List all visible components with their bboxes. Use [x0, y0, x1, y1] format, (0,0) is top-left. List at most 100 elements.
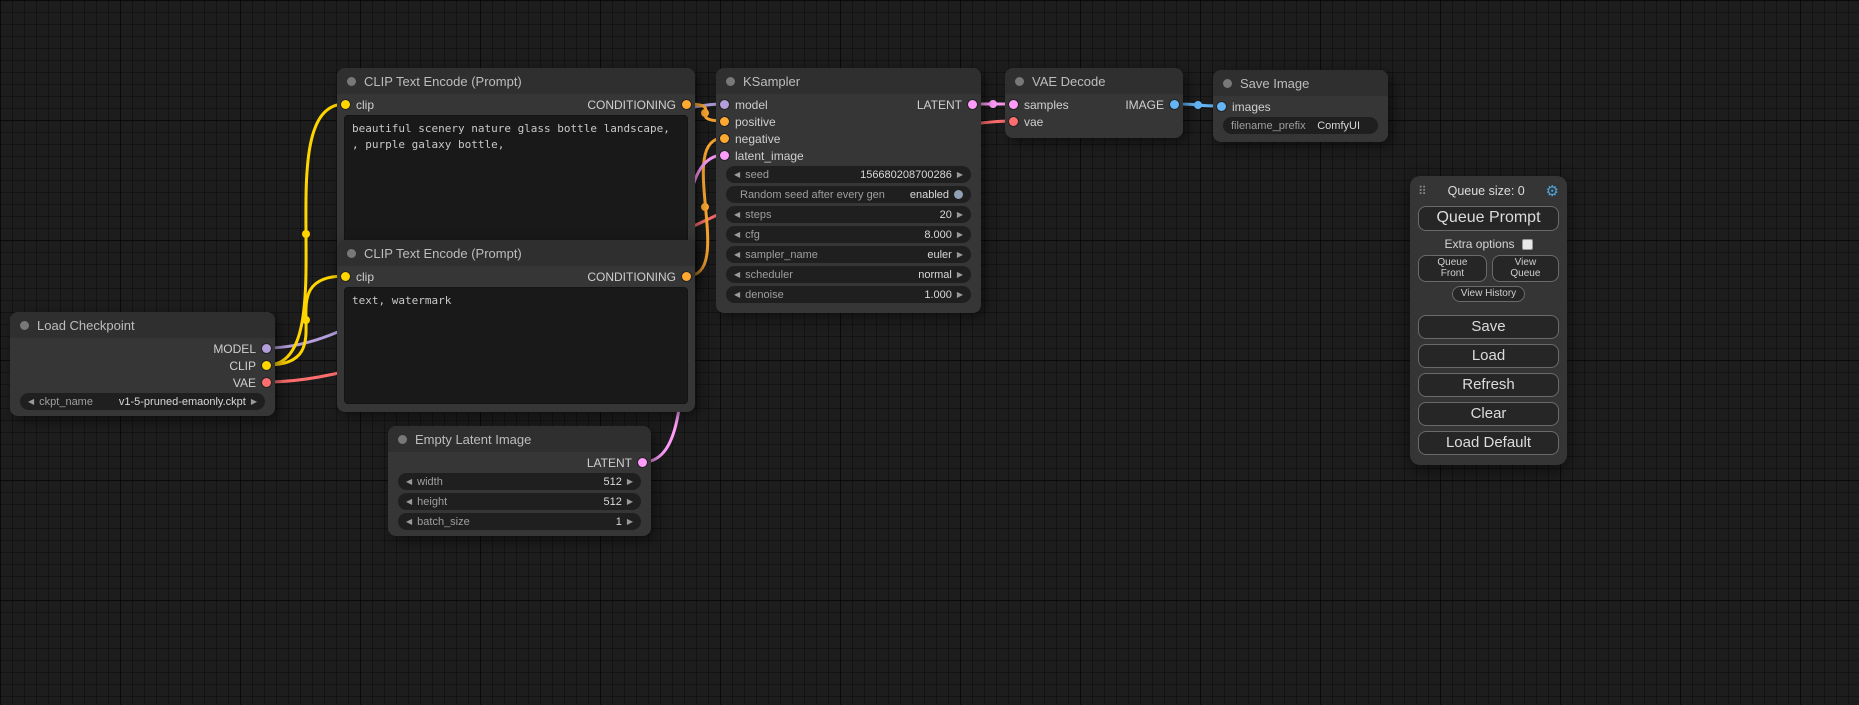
widget-value: 20 — [776, 209, 951, 221]
decrement-arrow-icon[interactable]: ◀ — [734, 250, 740, 259]
node-title: KSampler — [743, 74, 800, 89]
vae-output-slot[interactable] — [262, 378, 271, 387]
clip-input-slot[interactable] — [341, 100, 350, 109]
denoise-widget[interactable]: ◀ denoise 1.000 ▶ — [726, 286, 971, 303]
node-vae-decode[interactable]: VAE Decode samples IMAGE vae — [1005, 68, 1183, 138]
scheduler-widget[interactable]: ◀ scheduler normal ▶ — [726, 266, 971, 283]
collapse-toggle-icon[interactable] — [726, 77, 735, 86]
width-widget[interactable]: ◀ width 512 ▶ — [398, 473, 641, 490]
negative-prompt-textarea[interactable]: text, watermark — [344, 287, 688, 404]
slot-label-conditioning: CONDITIONING — [587, 270, 676, 284]
load-button[interactable]: Load — [1418, 344, 1559, 368]
decrement-arrow-icon[interactable]: ◀ — [734, 290, 740, 299]
widget-value: enabled — [890, 189, 949, 201]
latent-image-input-slot[interactable] — [720, 151, 729, 160]
decrement-arrow-icon[interactable]: ◀ — [734, 170, 740, 179]
wire-midpoint-dot — [701, 109, 709, 117]
increment-arrow-icon[interactable]: ▶ — [957, 210, 963, 219]
decrement-arrow-icon[interactable]: ◀ — [406, 477, 412, 486]
view-queue-button[interactable]: View Queue — [1492, 255, 1559, 282]
collapse-toggle-icon[interactable] — [20, 321, 29, 330]
node-ksampler[interactable]: KSampler model LATENT positive negative … — [716, 68, 981, 313]
view-history-button[interactable]: View History — [1452, 286, 1525, 302]
increment-arrow-icon[interactable]: ▶ — [627, 477, 633, 486]
extra-options-label: Extra options — [1444, 237, 1514, 251]
refresh-button[interactable]: Refresh — [1418, 373, 1559, 397]
node-empty-latent-image[interactable]: Empty Latent Image LATENT ◀ width 512 ▶ … — [388, 426, 651, 536]
queue-prompt-button[interactable]: Queue Prompt — [1418, 206, 1559, 231]
increment-arrow-icon[interactable]: ▶ — [627, 497, 633, 506]
increment-arrow-icon[interactable]: ▶ — [627, 517, 633, 526]
increment-arrow-icon[interactable]: ▶ — [251, 397, 257, 406]
node-save-image[interactable]: Save Image images filename_prefix ComfyU… — [1213, 70, 1388, 142]
collapse-toggle-icon[interactable] — [347, 249, 356, 258]
node-title-bar[interactable]: Empty Latent Image — [388, 426, 651, 452]
settings-gear-icon[interactable]: ⚙ — [1546, 182, 1559, 200]
negative-input-slot[interactable] — [720, 134, 729, 143]
node-title-bar[interactable]: CLIP Text Encode (Prompt) — [337, 68, 695, 94]
load-default-button[interactable]: Load Default — [1418, 431, 1559, 455]
decrement-arrow-icon[interactable]: ◀ — [734, 230, 740, 239]
height-widget[interactable]: ◀ height 512 ▶ — [398, 493, 641, 510]
conditioning-output-slot[interactable] — [682, 100, 691, 109]
widget-value: 512 — [448, 476, 622, 488]
slot-label-latent-image: latent_image — [735, 149, 804, 163]
decrement-arrow-icon[interactable]: ◀ — [734, 210, 740, 219]
sampler-name-widget[interactable]: ◀ sampler_name euler ▶ — [726, 246, 971, 263]
cfg-widget[interactable]: ◀ cfg 8.000 ▶ — [726, 226, 971, 243]
menu-drag-handle-icon[interactable]: ⠿ — [1418, 184, 1427, 198]
extra-options-checkbox[interactable] — [1522, 239, 1533, 250]
increment-arrow-icon[interactable]: ▶ — [957, 230, 963, 239]
conditioning-output-slot[interactable] — [682, 272, 691, 281]
increment-arrow-icon[interactable]: ▶ — [957, 270, 963, 279]
node-graph-canvas[interactable]: Load Checkpoint MODEL CLIP VAE ◀ ckpt_na… — [0, 0, 1859, 705]
filename-prefix-widget[interactable]: filename_prefix ComfyUI — [1223, 117, 1378, 134]
node-load-checkpoint[interactable]: Load Checkpoint MODEL CLIP VAE ◀ ckpt_na… — [10, 312, 275, 416]
decrement-arrow-icon[interactable]: ◀ — [734, 270, 740, 279]
widget-label: steps — [745, 209, 771, 221]
collapse-toggle-icon[interactable] — [347, 77, 356, 86]
model-input-slot[interactable] — [720, 100, 729, 109]
samples-input-slot[interactable] — [1009, 100, 1018, 109]
decrement-arrow-icon[interactable]: ◀ — [406, 497, 412, 506]
node-title-bar[interactable]: Save Image — [1213, 70, 1388, 96]
slot-label-positive: positive — [735, 115, 776, 129]
seed-control-widget[interactable]: Random seed after every gen enabled — [726, 186, 971, 203]
ckpt-name-widget[interactable]: ◀ ckpt_name v1-5-pruned-emaonly.ckpt ▶ — [20, 393, 265, 410]
batch-size-widget[interactable]: ◀ batch_size 1 ▶ — [398, 513, 641, 530]
latent-output-slot[interactable] — [968, 100, 977, 109]
clear-button[interactable]: Clear — [1418, 402, 1559, 426]
slot-label-vae: VAE — [233, 376, 256, 390]
save-button[interactable]: Save — [1418, 315, 1559, 339]
images-input-slot[interactable] — [1217, 102, 1226, 111]
collapse-toggle-icon[interactable] — [1015, 77, 1024, 86]
seed-widget[interactable]: ◀ seed 156680208700286 ▶ — [726, 166, 971, 183]
clip-input-slot[interactable] — [341, 272, 350, 281]
vae-input-slot[interactable] — [1009, 117, 1018, 126]
widget-label: denoise — [745, 289, 784, 301]
node-title-bar[interactable]: VAE Decode — [1005, 68, 1183, 94]
increment-arrow-icon[interactable]: ▶ — [957, 290, 963, 299]
image-output-slot[interactable] — [1170, 100, 1179, 109]
increment-arrow-icon[interactable]: ▶ — [957, 170, 963, 179]
increment-arrow-icon[interactable]: ▶ — [957, 250, 963, 259]
latent-output-slot[interactable] — [638, 458, 647, 467]
node-clip-text-encode-negative[interactable]: CLIP Text Encode (Prompt) clip CONDITION… — [337, 240, 695, 412]
wire-midpoint-dot — [989, 100, 997, 108]
node-title-bar[interactable]: CLIP Text Encode (Prompt) — [337, 240, 695, 266]
decrement-arrow-icon[interactable]: ◀ — [28, 397, 34, 406]
node-title-bar[interactable]: KSampler — [716, 68, 981, 94]
positive-input-slot[interactable] — [720, 117, 729, 126]
steps-widget[interactable]: ◀ steps 20 ▶ — [726, 206, 971, 223]
queue-front-button[interactable]: Queue Front — [1418, 255, 1487, 282]
slot-label-vae: vae — [1024, 115, 1043, 129]
node-title-bar[interactable]: Load Checkpoint — [10, 312, 275, 338]
clip-output-slot[interactable] — [262, 361, 271, 370]
decrement-arrow-icon[interactable]: ◀ — [406, 517, 412, 526]
node-title: CLIP Text Encode (Prompt) — [364, 74, 522, 89]
seed-control-toggle-icon[interactable] — [954, 190, 963, 199]
widget-value: 1.000 — [789, 289, 952, 301]
collapse-toggle-icon[interactable] — [398, 435, 407, 444]
model-output-slot[interactable] — [262, 344, 271, 353]
collapse-toggle-icon[interactable] — [1223, 79, 1232, 88]
